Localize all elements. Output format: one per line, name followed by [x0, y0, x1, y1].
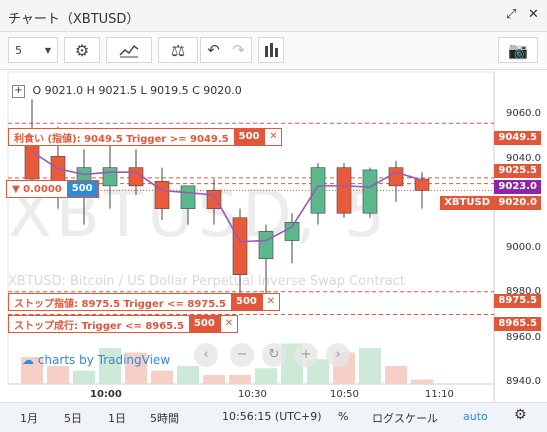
stop-market-price-tag: 8965.5	[494, 317, 541, 331]
candle-body	[232, 217, 248, 275]
candle-body	[362, 169, 378, 214]
tradingview-branding[interactable]: ☁ charts by TradingView	[22, 353, 170, 367]
price-tick: 8940.0	[506, 376, 541, 387]
close-label: C	[192, 84, 200, 97]
take-profit-price-tag: 9049.5	[494, 131, 541, 145]
high-value: 9021.5	[98, 84, 137, 97]
price-tick: 8960.0	[506, 332, 541, 343]
take-profit-order[interactable]: 利食い (指値): 9049.5 Trigger >= 9049.5 500 ✕	[8, 128, 283, 146]
range-5h[interactable]: 5時間	[150, 410, 179, 426]
bottom-toolbar: 1月 5日 1日 5時間 10:56:15 (UTC+9) % ログスケール a…	[0, 402, 547, 432]
open-label: O	[32, 84, 42, 97]
candle-body	[414, 178, 430, 191]
plot-frame	[7, 71, 495, 385]
time-tick: 11:10	[425, 389, 454, 400]
percent-toggle[interactable]: %	[338, 410, 348, 423]
reset-button[interactable]: ↻	[262, 343, 286, 367]
price-tick: 9060.0	[506, 108, 541, 119]
symbol-tag: XBTUSD	[440, 196, 494, 210]
volume-bar	[73, 370, 95, 384]
zoom-out-button[interactable]: −	[230, 343, 254, 367]
gear-icon[interactable]: ⚙	[514, 407, 527, 423]
time-tick: 10:30	[238, 389, 267, 400]
order-label: 利食い (指値): 9049.5 Trigger >= 9049.5	[14, 133, 229, 145]
position-line[interactable]: ▼ 0.0000 500	[6, 180, 99, 198]
time-tick: 10:50	[330, 389, 359, 400]
position-pnl: ▼ 0.0000	[12, 183, 62, 195]
volume-bar	[203, 375, 225, 384]
volume-bar	[359, 348, 381, 384]
candle-body	[336, 167, 352, 214]
order-label: ストップ成行: Trigger <= 8965.5	[14, 320, 184, 332]
cancel-order-icon[interactable]: ✕	[219, 316, 237, 332]
ohlc-legend: + O 9021.0 H 9021.5 L 9019.5 C 9020.0	[12, 84, 242, 98]
candle-body	[310, 167, 326, 214]
candle-body	[388, 167, 404, 187]
close-value: 9020.0	[203, 84, 242, 97]
order-quantity[interactable]: 500	[233, 129, 265, 145]
order-quantity[interactable]: 500	[188, 316, 220, 332]
last-price-tag: 9020.0	[494, 196, 541, 210]
branding-text: charts by TradingView	[37, 353, 171, 367]
time-tick: 10:00	[90, 389, 122, 400]
cloud-icon: ☁	[22, 353, 34, 367]
volume-bar	[151, 370, 173, 384]
candle-body	[128, 167, 144, 187]
candle-body	[284, 222, 300, 241]
price-tick: 9040.0	[506, 153, 541, 164]
candle-body	[180, 185, 196, 209]
volume-bar	[177, 366, 199, 384]
low-value: 9019.5	[150, 84, 189, 97]
volume-bar	[47, 366, 69, 384]
candle-body	[206, 190, 222, 209]
volume-bar	[255, 368, 277, 384]
scroll-left-button[interactable]: ‹	[194, 343, 218, 367]
range-1m[interactable]: 1月	[20, 410, 38, 426]
high-label: H	[86, 84, 95, 97]
range-5d[interactable]: 5日	[64, 410, 82, 426]
volume-bar	[411, 379, 433, 384]
price-tick: 9000.0	[506, 242, 541, 253]
volume-bar	[229, 375, 251, 384]
stop-market-order[interactable]: ストップ成行: Trigger <= 8965.5 500 ✕	[8, 315, 238, 333]
candle-body	[154, 181, 170, 209]
scroll-right-button[interactable]: ›	[326, 343, 350, 367]
low-label: L	[140, 84, 147, 97]
expand-legend-icon[interactable]: +	[12, 84, 25, 98]
log-scale-toggle[interactable]: ログスケール	[372, 410, 438, 426]
cancel-order-icon[interactable]: ✕	[264, 129, 281, 145]
clock-time: 10:56:15 (UTC+9)	[222, 410, 322, 423]
price-tag: 9023.0	[494, 180, 541, 194]
cancel-order-icon[interactable]: ✕	[261, 294, 279, 310]
order-label: ストップ指値: 8975.5 Trigger <= 8975.5	[14, 298, 226, 310]
volume-bar	[385, 366, 407, 384]
range-1d[interactable]: 1日	[108, 410, 126, 426]
stop-limit-price-tag: 8975.5	[494, 294, 541, 308]
zoom-in-button[interactable]: +	[294, 343, 318, 367]
position-quantity[interactable]: 500	[66, 181, 98, 197]
order-quantity[interactable]: 500	[230, 294, 262, 310]
candle-body	[102, 167, 118, 187]
stop-limit-order[interactable]: ストップ指値: 8975.5 Trigger <= 8975.5 500 ✕	[8, 293, 280, 311]
candle-body	[258, 231, 274, 260]
price-tag: 9025.5	[494, 164, 541, 178]
auto-scale-toggle[interactable]: auto	[463, 410, 488, 423]
open-value: 9021.0	[44, 84, 84, 97]
